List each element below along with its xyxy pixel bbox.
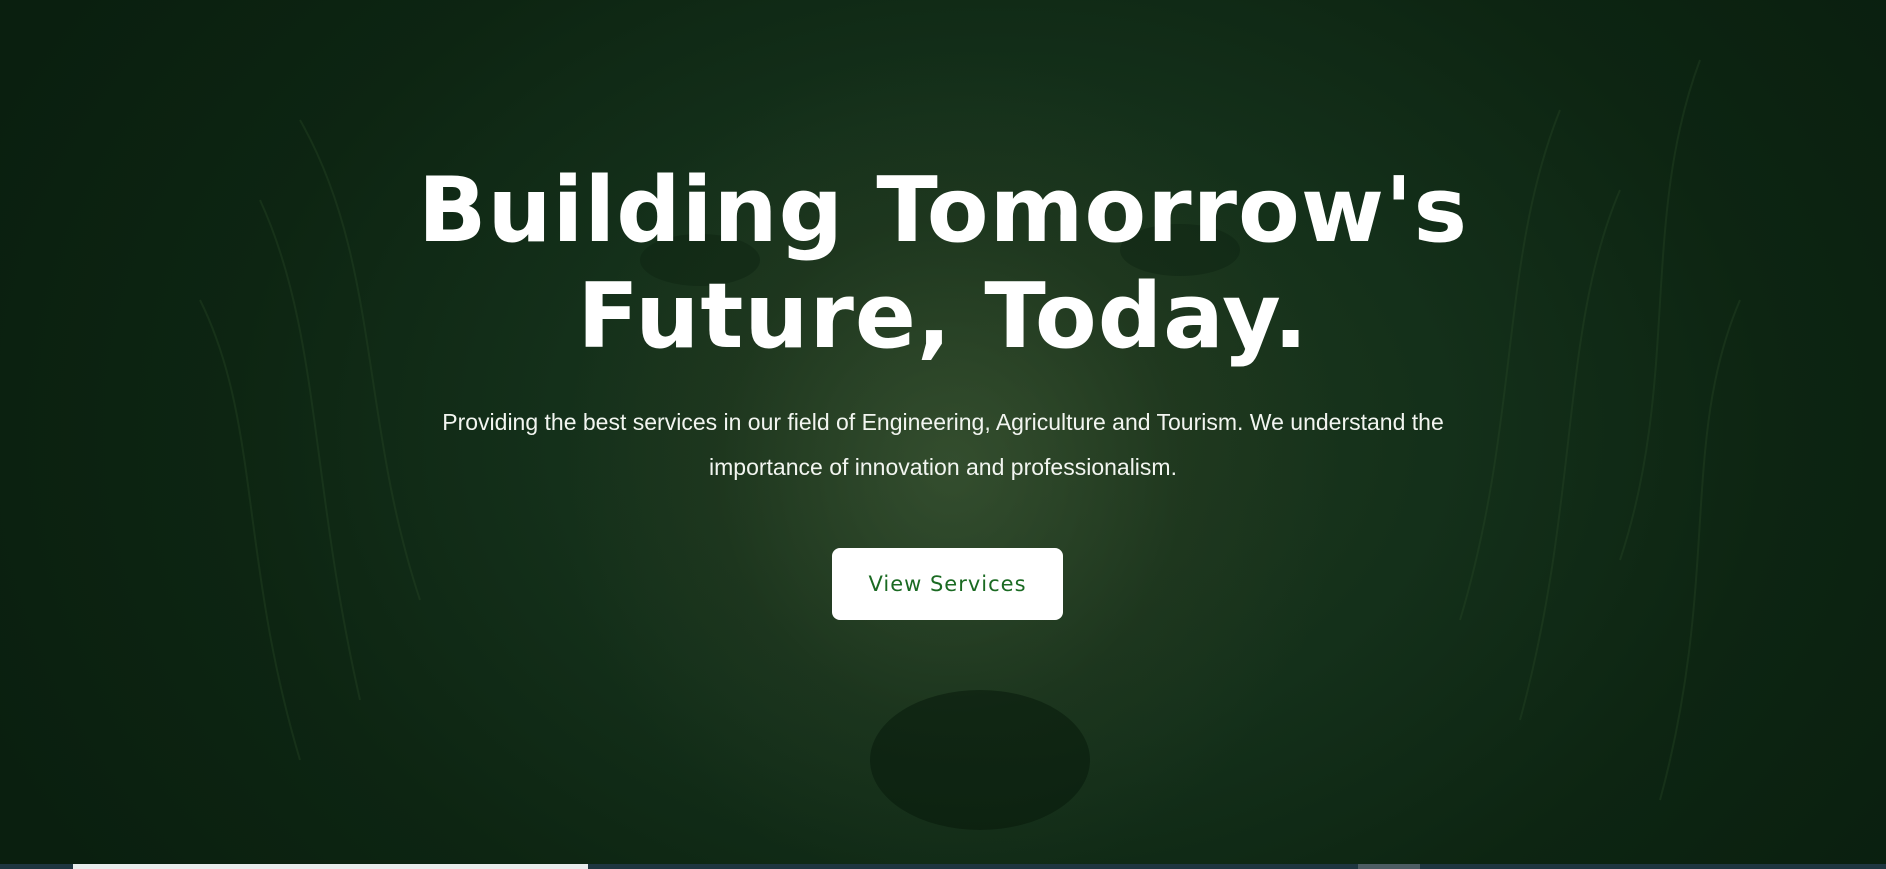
scroll-thumb[interactable]	[1358, 864, 1420, 869]
headline-line-2: Future, Today.	[577, 264, 1309, 369]
scroll-indicator-segment	[73, 864, 588, 869]
hero-headline: Building Tomorrow's Future, Today.	[0, 158, 1886, 370]
hero-section: Building Tomorrow's Future, Today. Provi…	[0, 0, 1886, 869]
view-services-button[interactable]: View Services	[832, 548, 1063, 620]
hero-subtext: Providing the best services in our field…	[442, 409, 1444, 480]
bottom-scroll-bar[interactable]	[0, 864, 1886, 869]
headline-line-1: Building Tomorrow's	[417, 158, 1469, 263]
